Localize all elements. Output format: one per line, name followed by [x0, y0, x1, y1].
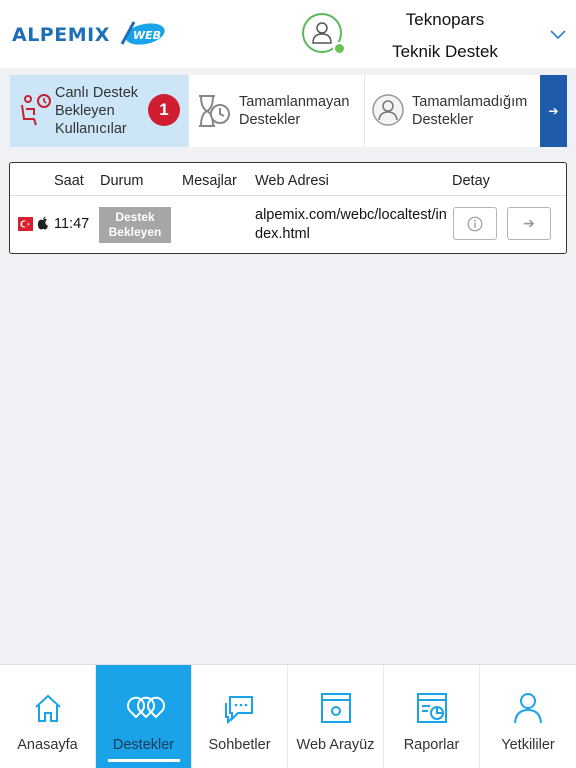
bottom-navigation: Anasayfa Destekler Sohbetler Web Arayüz [0, 664, 576, 768]
nav-label: Anasayfa [17, 737, 78, 753]
connect-arrow-button[interactable]: ➔ [507, 207, 551, 240]
column-header-status: Durum [100, 173, 144, 189]
status-badge: Destek Bekleyen [99, 207, 171, 243]
nav-label: Raporlar [403, 737, 460, 753]
user-role: Teknik Destek [392, 42, 498, 61]
web-badge-icon: WEB [120, 21, 165, 45]
report-icon [417, 693, 447, 723]
user-name: Teknopars [405, 10, 485, 29]
apple-icon [37, 216, 48, 230]
logo-text: ALPEMIX [12, 24, 110, 46]
row-time: 11:47 [54, 216, 90, 232]
person-icon [312, 22, 332, 44]
nav-item-raporlar[interactable]: Raporlar [384, 665, 480, 768]
nav-item-destekler[interactable]: Destekler [96, 665, 192, 768]
user-icon [514, 693, 542, 724]
web-window-icon [321, 693, 351, 723]
column-header-web-address: Web Adresi [255, 173, 329, 189]
tab-label: Canlı Destek Bekleyen Kullanıcılar [55, 85, 139, 137]
nav-label: Yetkililer [501, 737, 555, 753]
info-icon [467, 216, 483, 232]
waiting-count-badge: 1 [148, 94, 180, 126]
user-circle-icon [372, 94, 404, 126]
tab-incomplete-supports[interactable]: Tamamlanmayan Destekler [188, 75, 364, 147]
logo-badge-text: WEB [133, 29, 161, 42]
tab-label: Tamamlamadığım Destekler [412, 94, 528, 128]
support-pins-icon [127, 696, 165, 719]
alpemix-logo: ALPEMIX WEB [12, 14, 165, 54]
nav-item-sohbetler[interactable]: Sohbetler [192, 665, 288, 768]
hourglass-clock-icon [199, 95, 230, 127]
tab-waiting-users[interactable]: Canlı Destek Bekleyen Kullanıcılar 1 [10, 75, 188, 147]
app-header: ALPEMIX WEB Teknopars Teknik Destek [0, 0, 576, 68]
nav-item-anasayfa[interactable]: Anasayfa [0, 665, 96, 768]
nav-label: Web Arayüz [296, 737, 375, 753]
online-status-dot [333, 42, 346, 55]
info-button[interactable] [453, 207, 497, 240]
tabs-next-arrow-icon[interactable]: ➔ [540, 75, 567, 147]
nav-label: Sohbetler [208, 737, 271, 753]
tab-my-incomplete-supports[interactable]: Tamamlamadığım Destekler [364, 75, 540, 147]
waiting-users-table: Saat Durum Mesajlar Web Adresi Detay 11:… [9, 162, 567, 254]
tab-label: Tamamlanmayan Destekler [239, 94, 350, 128]
column-header-time: Saat [54, 173, 84, 189]
waiting-user-icon [21, 94, 51, 126]
home-icon [35, 694, 61, 722]
column-header-detail: Detay [452, 173, 490, 189]
nav-item-web-arayuz[interactable]: Web Arayüz [288, 665, 384, 768]
active-indicator [108, 759, 180, 762]
nav-label: Destekler [112, 737, 175, 753]
turkey-flag-icon [18, 217, 33, 231]
row-web-address: alpemix.com/webc/localtest/index.html [255, 207, 447, 242]
support-tabs: Canlı Destek Bekleyen Kullanıcılar 1 Tam… [10, 75, 567, 147]
header-divider [10, 195, 566, 196]
nav-item-yetkililer[interactable]: Yetkililer [480, 665, 576, 768]
chat-icon [225, 696, 253, 725]
user-avatar[interactable] [302, 13, 346, 55]
chevron-down-icon[interactable] [548, 24, 568, 44]
column-header-messages: Mesajlar [182, 173, 237, 189]
